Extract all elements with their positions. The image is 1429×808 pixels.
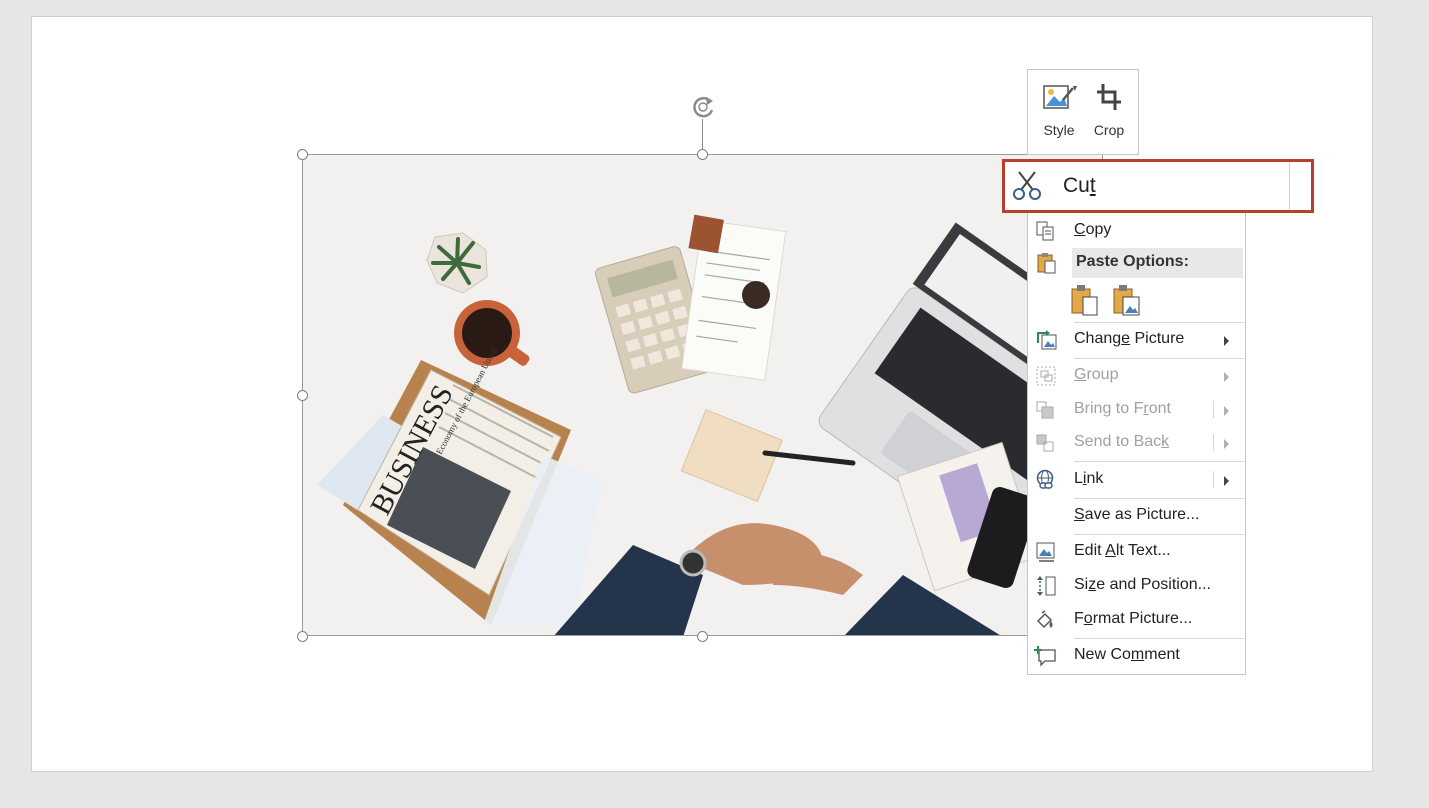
menu-separator — [1074, 322, 1244, 323]
crop-button[interactable]: Crop — [1085, 78, 1133, 146]
menu-separator — [1074, 638, 1244, 639]
menu-item-new-comment[interactable]: New Comment — [1028, 641, 1245, 671]
bring-to-front-label-b: ont — [1148, 400, 1171, 417]
change-picture-label-a: Chang — [1074, 330, 1122, 347]
selected-picture[interactable]: BUSINESS Economy of the European Union — [302, 154, 1103, 636]
resize-handle-top[interactable] — [697, 149, 708, 160]
menu-item-send-to-back[interactable]: Send to Back — [1028, 428, 1245, 458]
paste-options-header: Paste Options: — [1072, 248, 1243, 278]
menu-item-group[interactable]: Group — [1028, 361, 1245, 391]
change-picture-label-b: Picture — [1130, 330, 1185, 347]
link-globe-icon — [1036, 469, 1054, 489]
style-label: Style — [1043, 122, 1075, 138]
new-comment-accelerator: m — [1130, 646, 1145, 663]
menu-item-size-and-position[interactable]: Size and Position... — [1028, 571, 1245, 601]
rotate-handle-icon[interactable] — [688, 92, 720, 122]
picture-style-icon — [1043, 85, 1077, 109]
cut-label-a: Cu — [1063, 174, 1090, 197]
change-picture-accelerator: e — [1121, 330, 1131, 347]
resize-handle-top-left[interactable] — [297, 149, 308, 160]
bring-to-front-label-a: Bring to F — [1074, 400, 1144, 417]
send-to-back-icon — [1036, 434, 1054, 452]
split-divider — [1213, 434, 1214, 451]
split-divider — [1213, 401, 1214, 418]
cut-accelerator: t — [1089, 174, 1096, 197]
menu-item-format-picture[interactable]: Format Picture... — [1028, 605, 1245, 635]
context-menu: Copy Paste Options: Change Picture Group… — [1027, 160, 1246, 675]
size-and-position-label-b: e and Position... — [1096, 576, 1211, 593]
edit-alt-text-accelerator: A — [1105, 542, 1116, 559]
split-divider — [1213, 471, 1214, 488]
paste-options-label: Paste Options: — [1076, 253, 1189, 270]
menu-separator — [1074, 461, 1244, 462]
new-comment-icon — [1034, 646, 1056, 667]
menu-separator — [1074, 498, 1244, 499]
resize-handle-left[interactable] — [297, 390, 308, 401]
link-label-a: L — [1074, 470, 1083, 487]
scissors-icon — [1013, 171, 1041, 200]
bring-to-front-icon — [1036, 401, 1054, 419]
style-button[interactable]: Style — [1035, 78, 1083, 146]
save-as-picture-label-b: ave as Picture... — [1084, 506, 1200, 523]
submenu-arrow-icon — [1224, 406, 1229, 416]
menu-item-copy[interactable]: Copy — [1028, 216, 1245, 246]
menu-item-change-picture[interactable]: Change Picture — [1028, 325, 1245, 355]
format-picture-label-a: F — [1074, 610, 1084, 627]
group-icon — [1036, 366, 1056, 386]
format-picture-icon — [1036, 610, 1053, 629]
format-picture-label-b: rmat Picture... — [1092, 610, 1193, 627]
copy-accelerator: C — [1074, 221, 1086, 238]
menu-edge-line — [1289, 162, 1290, 210]
rotation-connector — [702, 119, 703, 149]
new-comment-label-b: ment — [1144, 646, 1180, 663]
save-as-picture-accelerator: S — [1074, 506, 1085, 523]
link-label-b: nk — [1086, 470, 1104, 487]
copy-label-b: opy — [1085, 221, 1112, 238]
menu-item-edit-alt-text[interactable]: Edit Alt Text... — [1028, 537, 1245, 567]
menu-item-save-as-picture[interactable]: Save as Picture... — [1028, 501, 1245, 531]
edit-alt-text-label-b: lt Text... — [1115, 542, 1171, 559]
menu-separator — [1074, 534, 1244, 535]
resize-handle-bottom-left[interactable] — [297, 631, 308, 642]
size-position-icon — [1037, 576, 1056, 596]
size-and-position-label-a: Si — [1074, 576, 1089, 593]
crop-icon — [1097, 84, 1121, 110]
change-picture-icon — [1037, 330, 1057, 350]
paste-as-picture-icon[interactable] — [1112, 283, 1144, 317]
menu-item-link[interactable]: Link — [1028, 465, 1245, 495]
submenu-arrow-icon — [1224, 372, 1229, 382]
send-to-back-label-a: Send to Bac — [1074, 433, 1162, 450]
submenu-arrow-icon — [1224, 476, 1229, 486]
alt-text-icon — [1036, 542, 1055, 562]
menu-item-bring-to-front[interactable]: Bring to Front — [1028, 395, 1245, 425]
new-comment-label-a: New Co — [1074, 646, 1131, 663]
menu-separator — [1074, 358, 1244, 359]
resize-handle-bottom[interactable] — [697, 631, 708, 642]
group-accelerator: G — [1074, 366, 1087, 383]
paste-options-icon — [1037, 253, 1056, 274]
group-label-b: roup — [1086, 366, 1119, 383]
send-to-back-accelerator: k — [1161, 433, 1170, 450]
edit-alt-text-label-a: Edit — [1074, 542, 1106, 559]
format-picture-accelerator: o — [1083, 610, 1093, 627]
mini-toolbar: Style Crop — [1027, 69, 1139, 155]
desk-photo: BUSINESS Economy of the European Union — [303, 155, 1102, 635]
crop-label: Crop — [1093, 122, 1125, 138]
submenu-arrow-icon — [1224, 439, 1229, 449]
submenu-arrow-icon — [1224, 336, 1229, 346]
copy-icon — [1036, 221, 1054, 241]
menu-item-cut[interactable]: Cut — [1002, 159, 1314, 213]
paste-keep-formatting-icon[interactable] — [1070, 283, 1102, 317]
